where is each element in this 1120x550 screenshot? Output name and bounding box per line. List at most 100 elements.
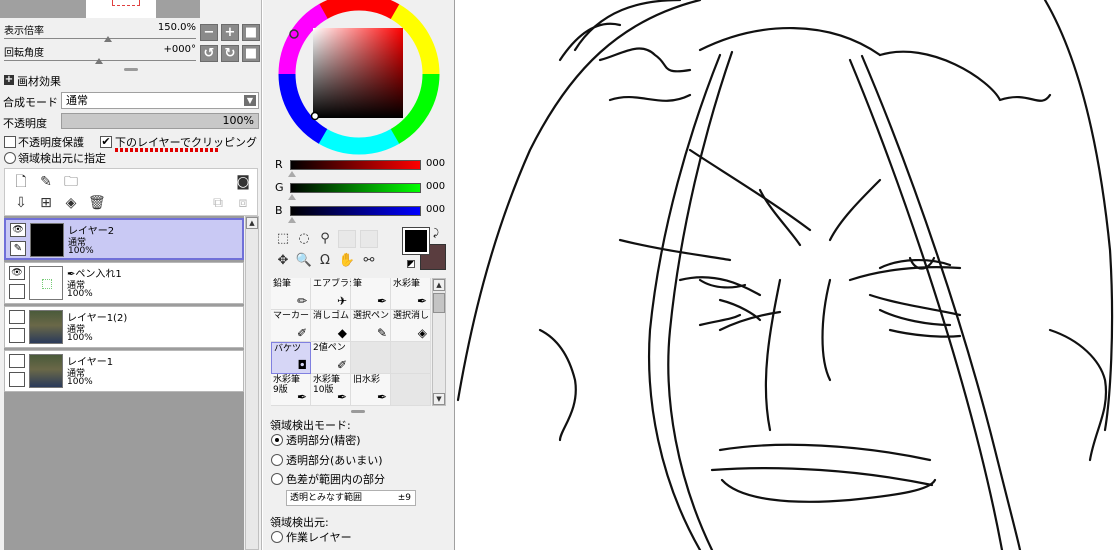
tool-binary-pen[interactable]: 2値ペン ✐ — [311, 342, 351, 374]
eye-icon[interactable]: 👁 — [9, 266, 25, 280]
layer-item[interactable]: 👁 ✒ペン入れ1 通常 100% — [4, 262, 244, 304]
tool-watercolor[interactable]: 水彩筆 ✒ — [391, 278, 431, 310]
detect-mode-radio[interactable] — [271, 473, 283, 485]
swap-colors-icon[interactable]: ⤸ — [433, 228, 439, 239]
texture-effect-label[interactable]: 画材効果 — [17, 73, 61, 89]
new-folder-icon[interactable]: 🗀 — [63, 174, 79, 190]
red-slider-handle[interactable] — [288, 171, 296, 177]
blue-slider-handle[interactable] — [288, 217, 296, 223]
clipping-checkbox[interactable]: ✔ — [100, 136, 112, 148]
eraser-icon: ◆ — [337, 326, 347, 340]
zoom-icon[interactable]: 🔍 — [295, 252, 313, 270]
unlink-layer-icon[interactable]: ⧈ — [235, 195, 251, 211]
scroll-thumb[interactable] — [433, 293, 445, 313]
tool-pencil[interactable]: 鉛筆 ✏ — [271, 278, 311, 310]
reset-zoom-button[interactable]: ■ — [242, 24, 260, 41]
magic-wand-icon[interactable]: ⚲ — [316, 230, 334, 248]
range-field[interactable]: 透明とみなす範囲 ±9 — [286, 490, 416, 506]
scroll-up-icon[interactable]: ▲ — [433, 279, 445, 291]
brush-icon: ✒ — [376, 294, 387, 308]
move-icon[interactable]: ✥ — [274, 252, 292, 270]
lock-toggle[interactable] — [9, 328, 25, 343]
tool-bucket[interactable]: バケツ ◘ — [271, 342, 311, 374]
rotate-slider-handle[interactable] — [95, 58, 103, 64]
new-layer-icon[interactable]: 🗋 — [13, 174, 29, 190]
green-label: G — [275, 181, 284, 194]
layer-item[interactable]: レイヤー1(2) 通常 100% — [4, 306, 244, 348]
blue-slider[interactable] — [290, 206, 421, 216]
new-linework-layer-icon[interactable]: ✎ — [38, 174, 54, 190]
scroll-up-icon[interactable]: ▲ — [246, 217, 258, 229]
reset-colors-icon[interactable] — [407, 260, 415, 268]
hand-icon[interactable]: ✋ — [338, 252, 356, 270]
layer-thumbnail — [29, 354, 63, 388]
merge-down-icon[interactable]: ⊞ — [38, 195, 54, 211]
tool-brush[interactable]: 筆 ✒ — [351, 278, 391, 310]
transfer-down-icon[interactable]: ⇩ — [13, 195, 29, 211]
tool-eraser[interactable]: 消しゴム ◆ — [311, 310, 351, 342]
rotate-left-button[interactable]: ↺ — [200, 45, 218, 62]
tool-divider-grip[interactable] — [351, 410, 365, 413]
rotate-right-button[interactable]: ↻ — [221, 45, 239, 62]
blue-value[interactable]: 000 — [426, 204, 445, 215]
trash-icon[interactable]: 🗑 — [88, 195, 106, 211]
zoom-in-button[interactable]: + — [221, 24, 239, 41]
select-erase-icon: ◈ — [417, 326, 427, 340]
layer-thumbnail — [30, 223, 64, 257]
layer-list-scrollbar[interactable]: ▲ — [245, 216, 259, 550]
eye-icon[interactable] — [9, 354, 25, 368]
tool-watercolor[interactable]: 旧水彩 ✒ — [351, 374, 391, 406]
pencil-icon[interactable]: ✎ — [10, 241, 26, 256]
layer-item[interactable]: 👁 ✎ レイヤー2 通常 100% — [4, 218, 244, 260]
detect-mode-radio[interactable] — [271, 454, 283, 466]
protect-opacity-checkbox[interactable] — [4, 136, 16, 148]
scroll-down-icon[interactable]: ▼ — [433, 393, 445, 405]
blend-mode-select[interactable]: 通常 ▼ — [61, 92, 259, 109]
eye-icon[interactable] — [9, 310, 25, 324]
panel-divider-grip[interactable] — [124, 68, 138, 71]
lock-toggle[interactable] — [9, 372, 25, 387]
zoom-slider[interactable] — [4, 38, 196, 39]
red-slider[interactable] — [290, 160, 421, 170]
tool-grid-scrollbar[interactable]: ▲ ▼ — [432, 278, 446, 406]
opacity-slider[interactable]: 100% — [61, 113, 259, 129]
lock-toggle[interactable] — [9, 284, 25, 299]
link-layer-icon[interactable]: ⧉ — [210, 195, 226, 211]
tool-select-erase[interactable]: 選択消し ◈ — [391, 310, 431, 342]
reset-rotate-button[interactable]: ■ — [242, 45, 260, 62]
clear-layer-icon[interactable]: ◈ — [63, 195, 79, 211]
green-value[interactable]: 000 — [426, 181, 445, 192]
tool-airbrush[interactable]: エアブラシ ✈ — [311, 278, 358, 310]
watercolor-icon: ✒ — [376, 390, 387, 404]
zoom-slider-handle[interactable] — [104, 36, 112, 42]
color-cursor[interactable] — [310, 111, 320, 121]
empty-tool-slot — [391, 374, 431, 406]
layer-mask-icon[interactable]: ◙ — [235, 174, 251, 190]
rotate-icon[interactable]: Ω — [316, 252, 334, 270]
drawing-canvas[interactable] — [456, 0, 1120, 550]
rect-select-icon[interactable]: ⬚ — [274, 230, 292, 248]
layer-opacity: 100% — [67, 333, 93, 343]
green-slider-handle[interactable] — [288, 194, 296, 200]
eye-icon[interactable]: 👁 — [10, 223, 26, 237]
detect-source-radio[interactable] — [271, 531, 283, 543]
tool-label: 鉛筆 — [273, 279, 292, 289]
tool-select-pen[interactable]: 選択ペン ✎ — [351, 310, 391, 342]
tool-watercolor[interactable]: 水彩筆 10版 ✒ — [311, 374, 351, 406]
lasso-icon[interactable]: ◌ — [295, 230, 313, 248]
tool-watercolor[interactable]: 水彩筆 9版 ✒ — [271, 374, 311, 406]
region-source-radio[interactable] — [4, 152, 16, 164]
region-source-label: 領域検出元に指定 — [18, 152, 106, 165]
primary-color-swatch[interactable] — [402, 227, 430, 255]
layer-item[interactable]: レイヤー1 通常 100% — [4, 350, 244, 392]
navigator-preview[interactable] — [0, 0, 200, 18]
color-wheel[interactable] — [277, 0, 441, 156]
detect-mode-radio[interactable] — [271, 434, 283, 446]
eyedropper-icon[interactable]: ⚯ — [360, 252, 378, 270]
green-slider[interactable] — [290, 183, 421, 193]
tool-marker[interactable]: マーカー ✐ — [271, 310, 311, 342]
zoom-out-button[interactable]: − — [200, 24, 218, 41]
watercolor-icon: ✒ — [416, 294, 427, 308]
red-value[interactable]: 000 — [426, 158, 445, 169]
expand-icon[interactable]: + — [4, 75, 14, 85]
